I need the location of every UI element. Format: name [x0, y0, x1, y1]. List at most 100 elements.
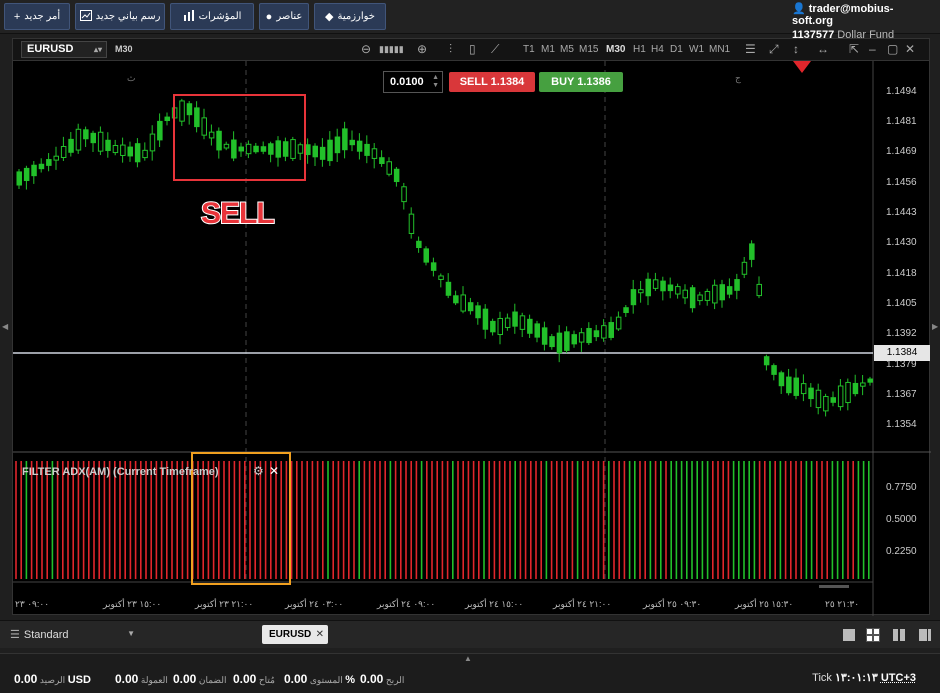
time-tick: ٠٩:٠٠ ٢٣: [15, 599, 50, 609]
status-bar: ▲ 0.00 الرصيد USD 0.00 العمولة 0.00 الضم…: [0, 653, 940, 693]
buy-button[interactable]: BUY 1.1386: [539, 72, 623, 92]
candle: [453, 295, 459, 304]
candle: [275, 140, 281, 158]
close-icon[interactable]: ✕: [905, 42, 915, 56]
price-tick: 1.1367: [886, 389, 917, 400]
tf-m30[interactable]: M30: [606, 44, 625, 55]
zoom-in-icon[interactable]: ⊕: [417, 42, 427, 56]
rows-layout-icon[interactable]: [918, 628, 932, 642]
server-clock[interactable]: Tick ١٣:٠١:١٣ UTC+3: [812, 671, 916, 684]
left-collapse-icon[interactable]: ◀: [2, 322, 8, 331]
price-chart[interactable]: [13, 39, 931, 616]
tf-m5[interactable]: M5: [560, 44, 574, 55]
candle: [201, 117, 207, 136]
columns-layout-icon[interactable]: [892, 628, 906, 642]
maximize-icon[interactable]: ▢: [887, 42, 898, 56]
price-tick: 1.1392: [886, 328, 917, 339]
candle: [134, 143, 141, 163]
tf-h4[interactable]: H4: [651, 44, 664, 55]
indicator-level: 0.5000: [886, 514, 917, 525]
minimize-icon[interactable]: –: [869, 42, 876, 56]
top-toolbar: + أمر جديد رسم بياني جديد المؤشرات ● عنا…: [0, 0, 940, 41]
commission-label: العمولة: [140, 675, 168, 685]
candle: [704, 290, 711, 301]
time-tick: ٢١:٣٠ ٢٥: [825, 599, 860, 609]
candle: [393, 168, 400, 183]
candle: [53, 155, 59, 161]
sell-annotation: SELL: [200, 196, 276, 231]
zoom-slider[interactable]: ▮▮▮▮▮: [379, 44, 404, 55]
bar-type-icon[interactable]: ⫶: [449, 42, 452, 57]
algorithms-button[interactable]: ◆ خوارزمية: [314, 3, 386, 30]
stepper-icon[interactable]: ▲ ▼: [432, 74, 439, 90]
candle: [364, 143, 370, 156]
tf-t1[interactable]: T1: [523, 44, 535, 55]
candle: [105, 139, 111, 152]
expand-up-icon[interactable]: ▲: [464, 654, 472, 663]
candle: [46, 159, 52, 166]
zoom-out-icon[interactable]: ⊖: [361, 42, 371, 56]
close-tab-icon[interactable]: ✕: [316, 625, 324, 644]
candle: [549, 336, 555, 348]
profit-value: 0.00: [360, 672, 384, 686]
line-type-icon[interactable]: ⟋: [491, 42, 499, 57]
chart-tab-bar: ☰ Standard ▼ EURUSD ✕: [0, 620, 940, 648]
single-layout-icon[interactable]: [842, 628, 856, 642]
candle: [763, 356, 770, 366]
gear-icon[interactable]: ⚙: [253, 464, 264, 478]
tick-label: Tick: [812, 672, 832, 684]
candle: [837, 385, 844, 408]
candle: [305, 144, 311, 156]
layout-select[interactable]: ☰ Standard ▼: [10, 628, 135, 641]
candle: [208, 131, 215, 139]
candle: [38, 163, 45, 170]
candle: [719, 284, 725, 301]
spin-icon: ▴▾: [93, 45, 102, 54]
candle-type-icon[interactable]: ▯: [469, 42, 476, 56]
right-collapse-icon[interactable]: ▶: [932, 322, 938, 331]
account-info[interactable]: 👤 trader@mobius-soft.org 1137577 Dollar …: [792, 2, 932, 41]
indicators-button[interactable]: المؤشرات: [170, 3, 254, 30]
tf-mn1[interactable]: MN1: [709, 44, 730, 55]
sell-highlight-box: [173, 94, 306, 181]
elements-button[interactable]: ● عناصر: [259, 3, 309, 30]
candle: [423, 248, 429, 263]
level-label: المستوى: [309, 675, 343, 685]
candle: [571, 334, 577, 345]
time-tick: ٠٩:٠٠ ٢٤ أكتوبر: [377, 599, 436, 609]
lot-input[interactable]: 0.0100 ▲ ▼: [383, 71, 443, 93]
timezone: UTC+3: [880, 672, 916, 684]
candle: [712, 284, 718, 304]
candle: [319, 146, 326, 160]
new-chart-button[interactable]: رسم بياني جديد: [75, 3, 165, 30]
chevron-down-icon: ▼: [127, 629, 135, 638]
vertical-line-icon[interactable]: ↕: [793, 42, 799, 56]
candle: [282, 141, 289, 157]
sell-button[interactable]: SELL 1.1384: [449, 72, 535, 92]
new-order-button[interactable]: + أمر جديد: [4, 3, 70, 30]
shapes-icon: ●: [265, 10, 273, 23]
candle: [800, 383, 807, 395]
tf-d1[interactable]: D1: [670, 44, 683, 55]
candle: [260, 146, 267, 152]
grid-layout-icon[interactable]: [866, 628, 880, 642]
candle: [482, 308, 489, 330]
tf-m15[interactable]: M15: [579, 44, 598, 55]
price-tick: 1.1405: [886, 298, 917, 309]
tab-eurusd[interactable]: EURUSD ✕: [262, 625, 328, 644]
tf-m1[interactable]: M1: [541, 44, 555, 55]
candle: [164, 116, 170, 122]
close-icon[interactable]: ✕: [269, 464, 279, 478]
symbol-select[interactable]: EURUSD ▴▾: [21, 41, 107, 58]
indicator-list-icon[interactable]: ☰: [745, 42, 756, 56]
horizontal-line-icon[interactable]: ↔: [817, 42, 829, 56]
trend-line-icon[interactable]: ⤢: [769, 42, 779, 57]
tf-h1[interactable]: H1: [633, 44, 646, 55]
detach-icon[interactable]: ⇱: [849, 42, 859, 56]
user-icon: 👤: [792, 3, 806, 15]
tf-w1[interactable]: W1: [689, 44, 704, 55]
candle: [253, 145, 259, 153]
candle: [216, 130, 222, 151]
commission-item: 0.00 العمولة: [115, 672, 168, 686]
price-tick: 1.1469: [886, 146, 917, 157]
